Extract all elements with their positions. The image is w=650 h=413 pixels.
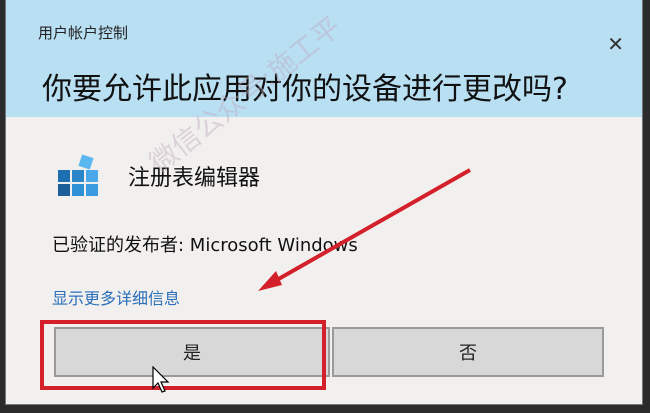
no-button[interactable]: 否 — [332, 327, 604, 377]
red-arrow-annotation — [258, 168, 471, 291]
highlight-box — [40, 320, 326, 390]
close-icon[interactable]: ✕ — [607, 34, 624, 54]
dialog-title: 用户帐户控制 — [38, 24, 129, 42]
mouse-cursor-icon — [152, 366, 170, 393]
app-name: 注册表编辑器 — [128, 166, 261, 191]
show-details-link[interactable]: 显示更多详细信息 — [52, 285, 180, 309]
registry-editor-icon — [58, 154, 98, 196]
